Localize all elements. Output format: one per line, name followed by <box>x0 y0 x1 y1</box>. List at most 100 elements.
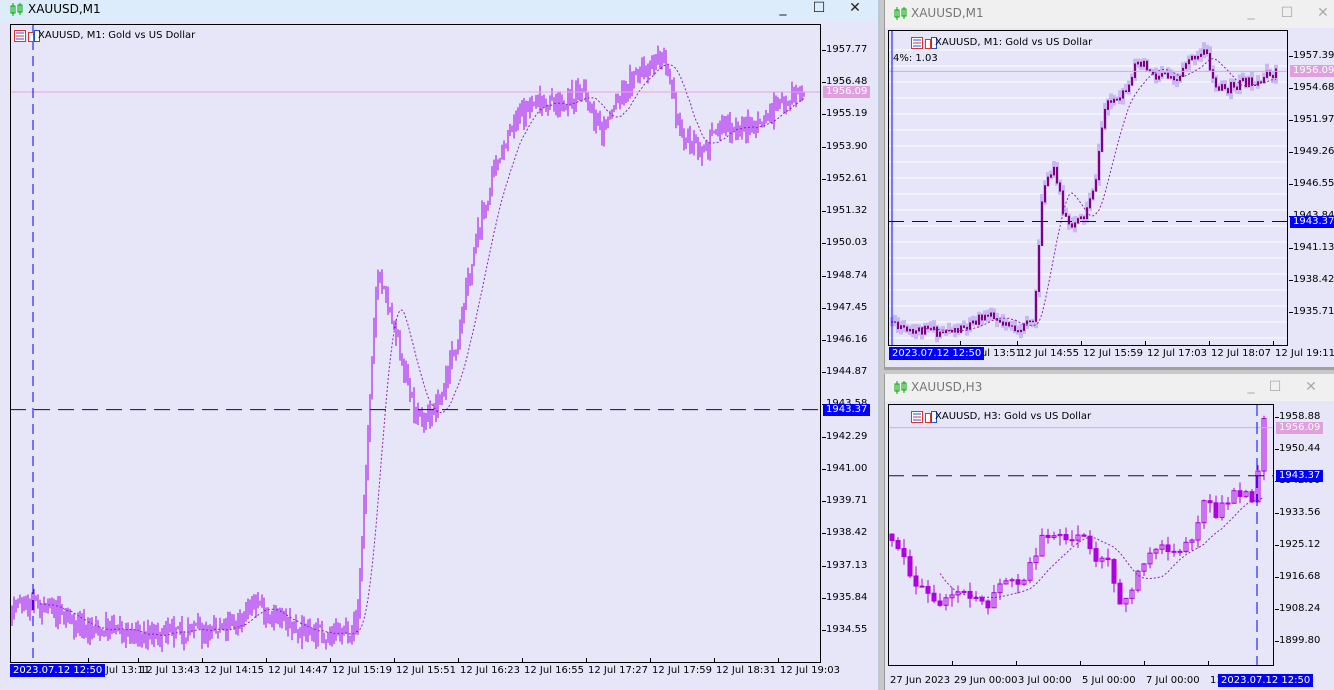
price-axis-label: 1942.29 <box>821 430 868 442</box>
candle-body <box>973 596 979 599</box>
time-axis-tick <box>888 661 889 666</box>
price-axis-label: 1951.97 <box>1288 114 1334 125</box>
current-price-label: 1956.09 <box>1290 65 1334 78</box>
price-axis-label: 1938.42 <box>821 527 868 539</box>
candle-body <box>979 596 985 602</box>
time-axis-tick <box>202 658 203 663</box>
price-axis-label: 1948.74 <box>821 269 868 281</box>
price-axis-label: 1955.19 <box>821 108 868 120</box>
candle-body <box>919 585 925 588</box>
candle-body <box>895 540 901 550</box>
time-axis-label: 12 Jul 15:19 <box>332 665 392 676</box>
price-axis-label: 1938.42 <box>1288 274 1334 285</box>
time-axis-tick <box>88 658 89 663</box>
window-titlebar[interactable]: XAUUSD,M1 _ ☐ ✕ <box>885 0 1334 28</box>
current-price-label: 1956.09 <box>1276 421 1324 434</box>
time-axis-label: 29 Jun 00:00 <box>954 675 1018 686</box>
candle-body <box>1117 582 1123 605</box>
chart-marks <box>889 31 1287 345</box>
candle-body <box>1111 559 1117 584</box>
candle-body <box>913 575 919 587</box>
price-axis-label: 1946.16 <box>821 334 868 345</box>
candle-body <box>907 556 913 577</box>
price-axis-label: 1934.55 <box>821 624 868 635</box>
price-axis-label: 1950.03 <box>821 237 868 249</box>
time-axis-label: 7 Jul 00:00 <box>1146 675 1200 686</box>
candlestick-app-icon <box>10 3 23 16</box>
time-axis-tick <box>1208 661 1209 666</box>
candle-body <box>1213 502 1219 518</box>
time-axis-tick <box>522 658 523 663</box>
time-axis-tick <box>330 658 331 663</box>
close-button[interactable]: ✕ <box>845 0 865 16</box>
candle-body <box>1165 544 1171 552</box>
price-axis-label: 1949.26 <box>1288 146 1334 157</box>
candle-body <box>901 548 907 558</box>
chart-list-icon[interactable] <box>911 411 923 423</box>
chart-marks <box>11 25 820 662</box>
chart-plot-area[interactable] <box>10 24 821 663</box>
chart-list-icon[interactable] <box>911 37 923 49</box>
time-axis-label: 12 Jul 13:43 <box>140 665 200 676</box>
price-axis-label: 1925.12 <box>1274 539 1321 550</box>
candle-body <box>1105 557 1111 561</box>
candle-body <box>1225 502 1231 505</box>
candle-body <box>1171 550 1177 553</box>
close-button[interactable]: ✕ <box>1301 379 1321 395</box>
time-axis-label: 12 Jul 17:03 <box>1147 348 1207 359</box>
time-axis-label: 12 Jul 16:55 <box>524 665 584 676</box>
horizontal-line-price-label: 1943.37 <box>1290 215 1334 228</box>
time-axis-label: 12 Jul 18:31 <box>716 665 776 676</box>
minimize-button[interactable]: _ <box>773 0 793 16</box>
time-axis-label: 12 Jul 15:59 <box>1083 348 1143 359</box>
chart-symbol-header: XAUUSD, M1: Gold vs US Dollar <box>38 30 196 41</box>
window-titlebar[interactable]: XAUUSD,M1 _ ☐ ✕ <box>0 0 878 22</box>
window-title: XAUUSD,M1 <box>911 6 984 20</box>
price-axis-label: 1941.00 <box>821 462 868 474</box>
chart-marks <box>889 405 1273 665</box>
price-axis-label: 1951.32 <box>821 205 868 217</box>
crosshair-time-label: 2023.07.12 12:50 <box>10 664 106 677</box>
price-chart-svg <box>889 31 1287 345</box>
candle-body <box>1237 490 1243 497</box>
minimize-button[interactable]: _ <box>1241 378 1261 394</box>
time-axis-label: 12 Jul 17:27 <box>588 665 648 676</box>
indicator-value: 4%: 1.03 <box>893 53 938 64</box>
candle-body <box>961 590 967 593</box>
time-axis-label: 12 Jul 19:11 <box>1275 348 1334 359</box>
maximize-button[interactable]: ☐ <box>809 0 829 16</box>
time-axis-tick <box>586 658 587 663</box>
candle-body <box>889 533 895 542</box>
chart-symbol-header: XAUUSD, H3: Gold vs US Dollar <box>935 411 1092 422</box>
maximize-button[interactable]: ☐ <box>1277 5 1297 21</box>
candle-body <box>931 592 937 602</box>
time-axis-tick <box>1209 341 1210 346</box>
window-titlebar[interactable]: XAUUSD,H3 _ ☐ ✕ <box>885 374 1334 401</box>
price-axis-label: 1946.55 <box>1288 178 1334 189</box>
time-axis-tick <box>1273 341 1274 346</box>
candle-body <box>1081 534 1087 537</box>
price-axis-label: 1944.87 <box>821 366 868 378</box>
current-price-label: 1956.09 <box>823 86 871 98</box>
time-axis-label: 12 Jul 14:15 <box>204 665 264 676</box>
price-axis-label: 1952.61 <box>821 172 868 184</box>
time-axis-label: 12 Jul 17:59 <box>652 665 712 676</box>
chart-plot-area[interactable] <box>888 404 1274 666</box>
time-axis-label: 5 Jul 00:00 <box>1082 675 1136 686</box>
candlestick-app-icon <box>894 381 907 394</box>
chart-list-icon[interactable] <box>14 30 26 42</box>
candle-body <box>1207 500 1213 504</box>
time-axis-tick <box>1145 341 1146 346</box>
chart-symbol-header: XAUUSD, M1: Gold vs US Dollar <box>935 37 1093 48</box>
candlestick-app-icon <box>894 7 907 20</box>
maximize-button[interactable]: ☐ <box>1265 379 1285 395</box>
window-title: XAUUSD,H3 <box>911 380 983 394</box>
chart-plot-area[interactable] <box>888 30 1288 346</box>
candle-body <box>925 585 931 594</box>
candle-body <box>1087 535 1093 550</box>
minimize-button[interactable]: _ <box>1241 4 1261 20</box>
time-axis-label: 12 Jul 14:55 <box>1019 348 1079 359</box>
close-button[interactable]: ✕ <box>1313 5 1333 21</box>
time-axis-tick <box>266 658 267 663</box>
time-axis-tick <box>394 658 395 663</box>
